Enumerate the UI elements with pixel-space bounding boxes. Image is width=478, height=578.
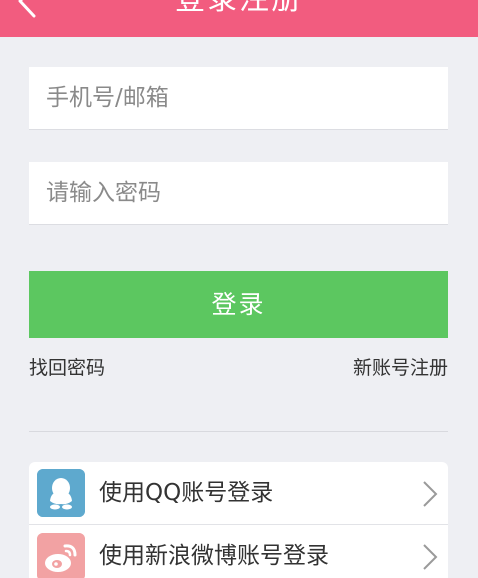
password-input[interactable] [29, 162, 448, 224]
header-bar: 登录注册 [0, 0, 478, 37]
register-link[interactable]: 新账号注册 [353, 356, 448, 380]
chevron-right-icon [423, 481, 438, 507]
weibo-icon [37, 533, 85, 578]
login-button[interactable]: 登录 [29, 271, 448, 338]
account-field [29, 67, 448, 130]
weibo-login-item[interactable]: 使用新浪微博账号登录 [29, 525, 448, 578]
qq-login-item[interactable]: 使用QQ账号登录 [29, 462, 448, 525]
login-page: 登录注册 登录 找回密码 新账号注册 使用QQ账号登录 [0, 0, 478, 578]
forgot-password-link[interactable]: 找回密码 [29, 356, 105, 380]
page-title: 登录注册 [0, 0, 478, 18]
account-input[interactable] [29, 67, 448, 129]
chevron-right-icon [423, 544, 438, 570]
social-login-list: 使用QQ账号登录 使用新浪微博账号登录 [29, 462, 448, 578]
weibo-login-label: 使用新浪微博账号登录 [99, 543, 329, 569]
password-field [29, 162, 448, 225]
qq-login-label: 使用QQ账号登录 [99, 480, 274, 506]
divider [29, 431, 448, 432]
qq-icon [37, 469, 85, 517]
